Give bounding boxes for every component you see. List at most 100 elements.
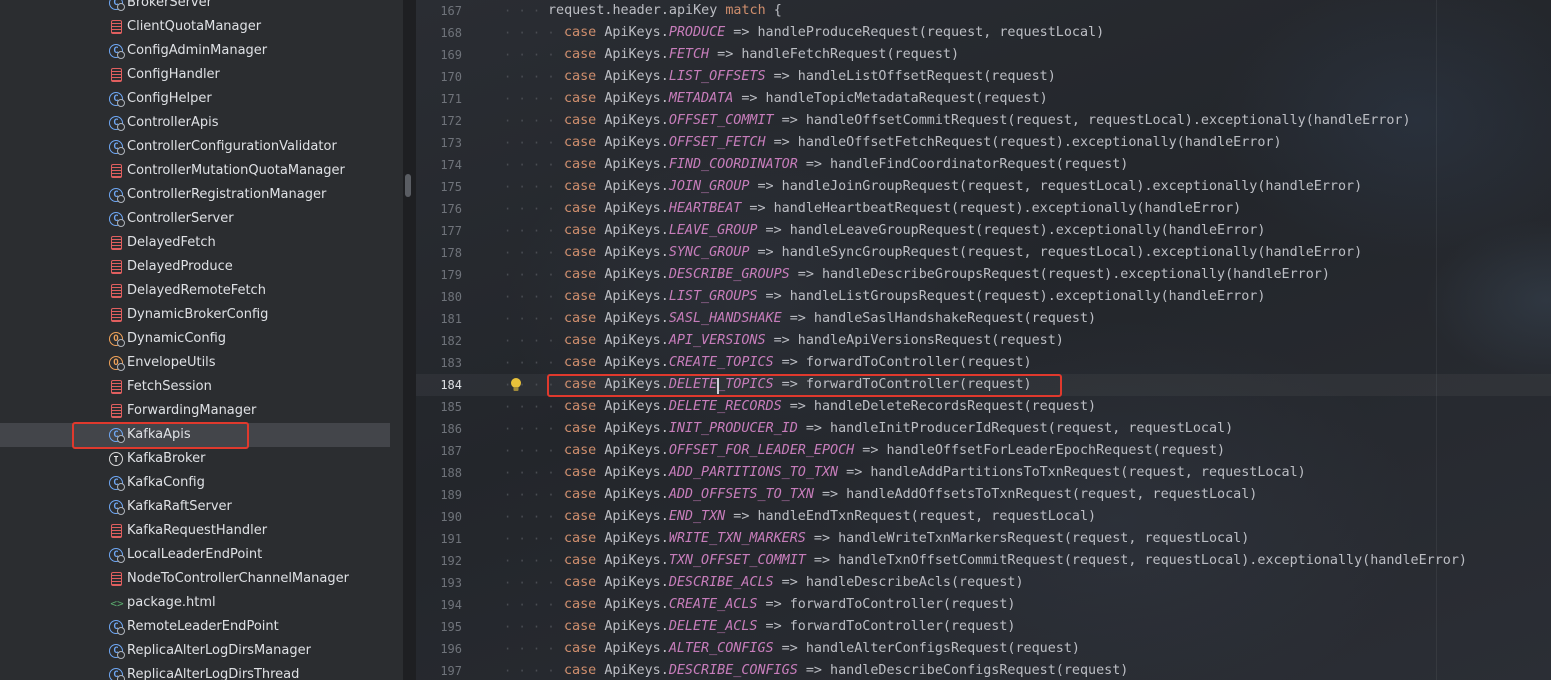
case-keyword: case [564, 509, 597, 524]
class-icon: C [109, 140, 125, 155]
handler-call: => handleOffsetCommitRequest(request, re… [773, 113, 1411, 128]
handler-call: => handleAlterConfigsRequest(request) [773, 641, 1080, 656]
code-line: 195 · · · · · · · · case ApiKeys.DELETE_AC… [416, 616, 1551, 638]
code-text: case ApiKeys.OFFSET_COMMIT => handleOffs… [564, 110, 1411, 132]
case-keyword: case [564, 531, 597, 546]
code-line: 181 · · · · · · · · case ApiKeys.SASL_HAND… [416, 308, 1551, 330]
tree-item[interactable]: DelayedProduce [0, 255, 403, 279]
tree-item[interactable]: <> package.html [0, 591, 403, 615]
class-icon: C [109, 116, 125, 131]
code-text: case ApiKeys.OFFSET_FETCH => handleOffse… [564, 132, 1282, 154]
code-line: 180 · · · · · · · · case ApiKeys.LIST_GROU… [416, 286, 1551, 308]
code-line: 176 · · · · · · · · case ApiKeys.HEARTBEAT… [416, 198, 1551, 220]
code-editor[interactable]: 167 · · · · · · request.header.apiKey matc… [416, 0, 1551, 680]
code-text: case ApiKeys.API_VERSIONS => handleApiVe… [564, 330, 1064, 352]
line-number: 188 [440, 466, 462, 480]
api-key-constant: ALTER_CONFIGS [668, 641, 774, 656]
line-number: 177 [440, 224, 462, 238]
api-key-constant: OFFSET_COMMIT [668, 113, 774, 128]
tree-item[interactable]: C BrokerServer [0, 0, 403, 15]
code-line: 169 · · · · · · · · case ApiKeys.FETCH => … [416, 44, 1551, 66]
line-number: 197 [440, 664, 462, 678]
case-keyword: case [564, 223, 597, 238]
tree-item-label: EnvelopeUtils [127, 355, 216, 370]
tree-item[interactable]: C ControllerApis [0, 111, 403, 135]
tree-item[interactable]: FetchSession [0, 375, 403, 399]
handler-call: => handleDeleteRecordsRequest(request) [781, 399, 1097, 414]
tree-item-label: DynamicConfig [127, 331, 227, 346]
api-key-constant: WRITE_TXN_MARKERS [668, 531, 806, 546]
tree-item[interactable]: ConfigHandler [0, 63, 403, 87]
tree-item[interactable]: ClientQuotaManager [0, 15, 403, 39]
tree-item-label: ForwardingManager [127, 403, 257, 418]
line-number: 171 [440, 92, 462, 106]
tree-item-label: ControllerApis [127, 115, 219, 130]
enum-prefix: ApiKeys. [604, 47, 669, 62]
tree-item[interactable]: NodeToControllerChannelManager [0, 567, 403, 591]
tree-item[interactable]: ControllerMutationQuotaManager [0, 159, 403, 183]
tree-item[interactable]: T KafkaBroker [0, 447, 403, 471]
code-text: case ApiKeys.FIND_COORDINATOR => handleF… [564, 154, 1128, 176]
handler-call: => handleSyncGroupRequest(request, reque… [749, 245, 1363, 260]
code-line: 171 · · · · · · · · case ApiKeys.METADATA … [416, 88, 1551, 110]
code-line: 170 · · · · · · · · case ApiKeys.LIST_OFFS… [416, 66, 1551, 88]
handler-call: => handleFindCoordinatorRequest(request) [797, 157, 1129, 172]
tree-item[interactable]: C KafkaRaftServer [0, 495, 403, 519]
code-text: case ApiKeys.ADD_PARTITIONS_TO_TXN => ha… [564, 462, 1306, 484]
enum-prefix: ApiKeys. [604, 487, 669, 502]
tree-item[interactable]: O EnvelopeUtils [0, 351, 403, 375]
case-keyword: case [564, 289, 597, 304]
tree-item-label: FetchSession [127, 379, 212, 394]
sidebar-scrollbar-thumb[interactable] [405, 174, 411, 197]
tree-item-label: package.html [127, 595, 216, 610]
tree-item[interactable]: KafkaRequestHandler [0, 519, 403, 543]
tree-item[interactable]: DelayedFetch [0, 231, 403, 255]
api-key-constant: OFFSET_FOR_LEADER_EPOCH [668, 443, 855, 458]
line-number: 196 [440, 642, 462, 656]
code-line: 178 · · · · · · · · case ApiKeys.SYNC_GROU… [416, 242, 1551, 264]
tree-item-label: KafkaRequestHandler [127, 523, 268, 538]
tree-item[interactable]: C KafkaConfig [0, 471, 403, 495]
case-keyword: case [564, 487, 597, 502]
handler-call: => handleEndTxnRequest(request, requestL… [725, 509, 1097, 524]
tree-item[interactable]: C ConfigHelper [0, 87, 403, 111]
tree-item[interactable]: C ControllerServer [0, 207, 403, 231]
code-line: 172 · · · · · · · · case ApiKeys.OFFSET_CO… [416, 110, 1551, 132]
code-text: case ApiKeys.OFFSET_FOR_LEADER_EPOCH => … [564, 440, 1225, 462]
code-text: case ApiKeys.LIST_OFFSETS => handleListO… [564, 66, 1056, 88]
handler-call: => handleDescribeConfigsRequest(request) [797, 663, 1129, 678]
api-key-constant: SASL_HANDSHAKE [668, 311, 782, 326]
tree-item[interactable]: C ControllerConfigurationValidator [0, 135, 403, 159]
handler-call: => handleTxnOffsetCommitRequest(request,… [805, 553, 1467, 568]
code-text: case ApiKeys.LIST_GROUPS => handleListGr… [564, 286, 1265, 308]
tree-item[interactable]: C RemoteLeaderEndPoint [0, 615, 403, 639]
code-line: 167 · · · · · · request.header.apiKey matc… [416, 0, 1551, 22]
tree-item[interactable]: C ReplicaAlterLogDirsThread [0, 663, 403, 680]
class-icon: C [109, 476, 125, 491]
tree-item[interactable]: ForwardingManager [0, 399, 403, 423]
file-icon [111, 260, 122, 274]
tree-item[interactable]: DynamicBrokerConfig [0, 303, 403, 327]
case-keyword: case [564, 47, 597, 62]
tree-item[interactable]: C ControllerRegistrationManager [0, 183, 403, 207]
tree-item[interactable]: C ConfigAdminManager [0, 39, 403, 63]
tree-item[interactable]: C ReplicaAlterLogDirsManager [0, 639, 403, 663]
code-line: 183 · · · · · · · · case ApiKeys.CREATE_TO… [416, 352, 1551, 374]
code-text: case ApiKeys.CREATE_TOPICS => forwardToC… [564, 352, 1032, 374]
code-expression: request.header.apiKey [548, 3, 726, 18]
line-number: 179 [440, 268, 462, 282]
line-number: 168 [440, 26, 462, 40]
code-text: case ApiKeys.SASL_HANDSHAKE => handleSas… [564, 308, 1096, 330]
tree-item-label: ControllerServer [127, 211, 234, 226]
api-key-constant: SYNC_GROUP [668, 245, 750, 260]
enum-prefix: ApiKeys. [604, 509, 669, 524]
tree-item[interactable]: C LocalLeaderEndPoint [0, 543, 403, 567]
tree-item[interactable]: DelayedRemoteFetch [0, 279, 403, 303]
line-number: 174 [440, 158, 462, 172]
handler-call: => handleListGroupsRequest(request).exce… [757, 289, 1266, 304]
project-tree: C BrokerServer ClientQuotaManager C ConfigAd… [0, 0, 403, 680]
lightbulb-icon[interactable] [509, 377, 523, 393]
tree-item[interactable]: O DynamicConfig [0, 327, 403, 351]
line-number: 183 [440, 356, 462, 370]
api-key-constant: LIST_GROUPS [668, 289, 758, 304]
